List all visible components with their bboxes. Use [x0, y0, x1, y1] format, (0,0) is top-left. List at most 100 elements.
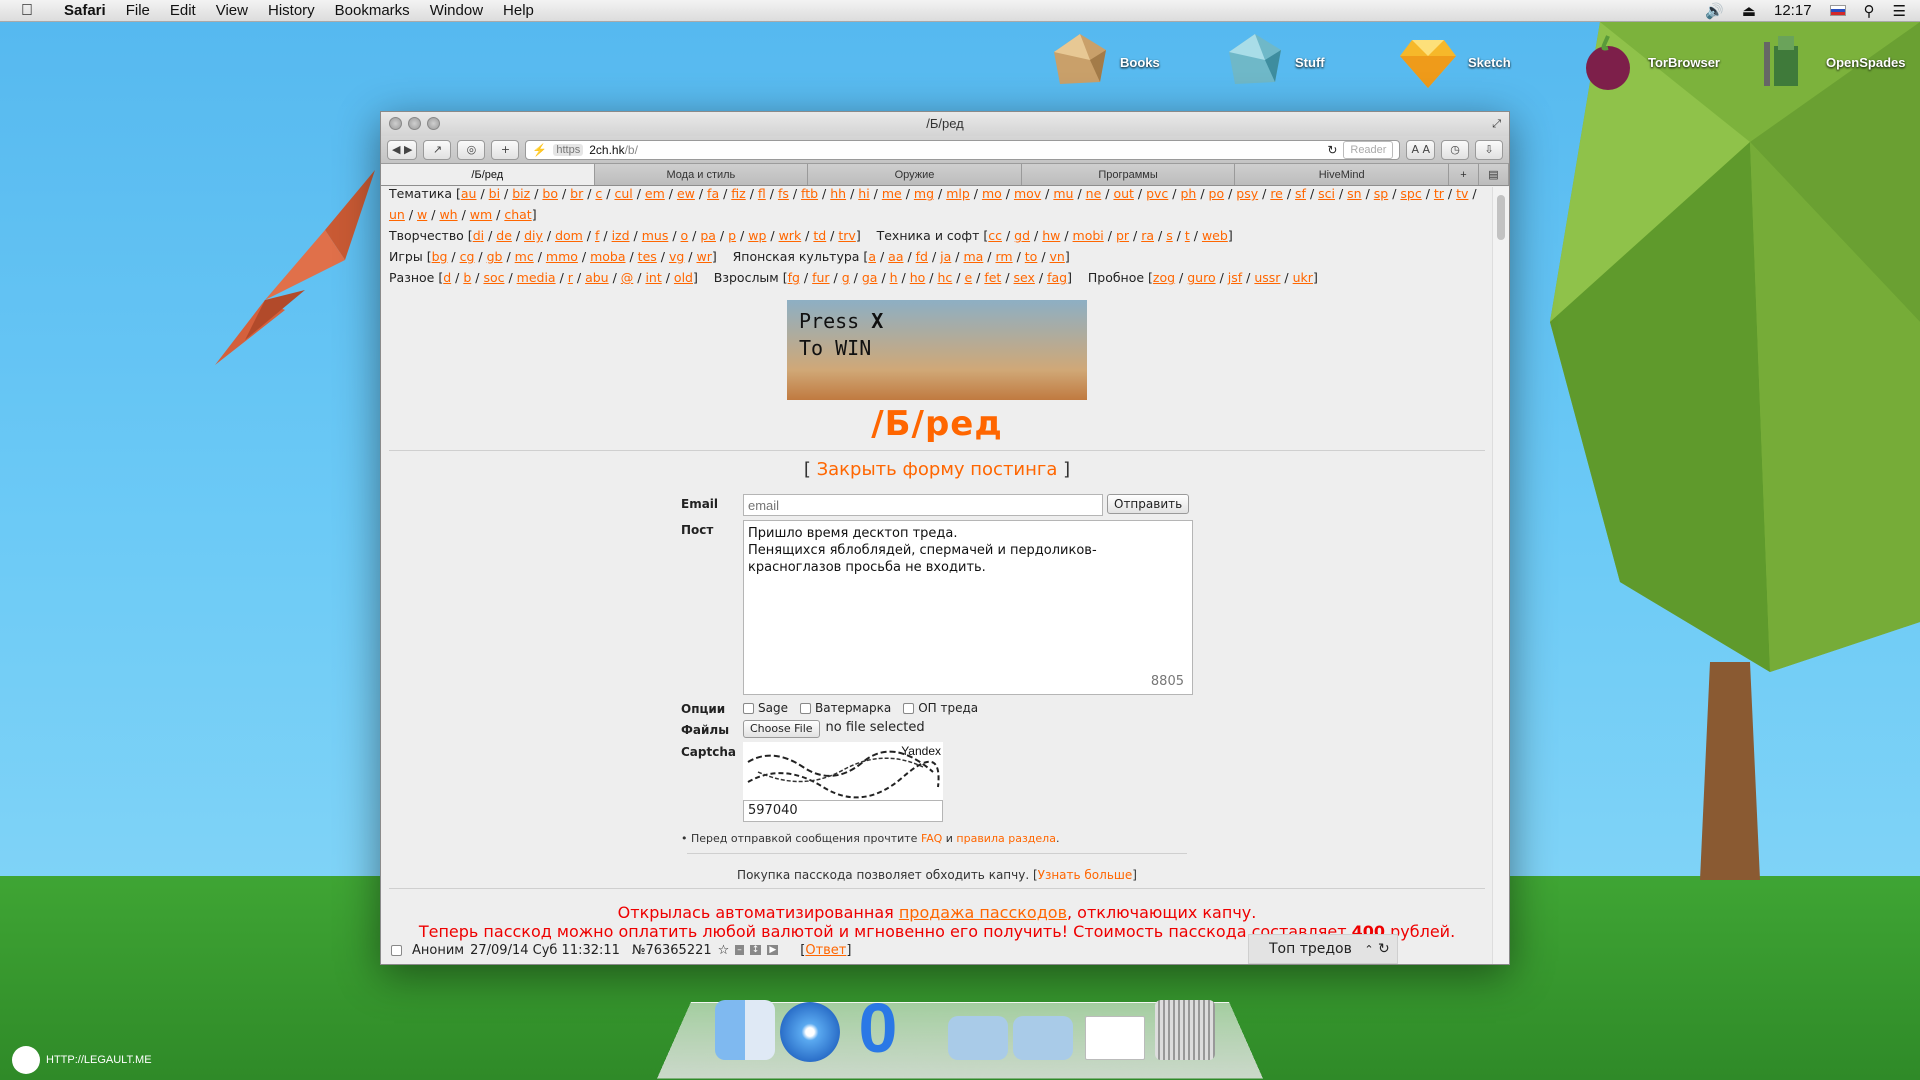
- board-link-abu[interactable]: abu: [585, 270, 609, 285]
- board-link-fiz[interactable]: fiz: [731, 187, 745, 201]
- top-sites-icon[interactable]: ◎: [457, 139, 486, 160]
- board-link-ukr[interactable]: ukr: [1293, 270, 1313, 285]
- notification-center-icon[interactable]: ☰: [1893, 2, 1906, 20]
- watermark-checkbox[interactable]: Ватермарка: [799, 701, 891, 715]
- zoom-window-button[interactable]: [427, 117, 440, 130]
- reload-icon[interactable]: ↻: [1327, 143, 1337, 157]
- desktop-icon-torbrowser[interactable]: TorBrowser: [1578, 32, 1720, 92]
- submit-button[interactable]: Отправить: [1107, 494, 1190, 514]
- flag-icon[interactable]: [1829, 5, 1846, 16]
- downloads-icon[interactable]: ⇩: [1475, 139, 1503, 160]
- board-link-d[interactable]: d: [443, 270, 451, 285]
- board-link-sn[interactable]: sn: [1347, 187, 1361, 201]
- hide-icon[interactable]: –: [735, 945, 744, 955]
- menu-view[interactable]: View: [206, 2, 258, 19]
- menu-window[interactable]: Window: [420, 2, 493, 19]
- board-link-cul[interactable]: cul: [614, 187, 632, 201]
- captcha-input[interactable]: 597040: [743, 800, 943, 822]
- board-link-mu[interactable]: mu: [1053, 187, 1073, 201]
- board-link-old[interactable]: old: [674, 270, 693, 285]
- board-link-aa[interactable]: aa: [888, 249, 903, 264]
- board-link-ne[interactable]: ne: [1086, 187, 1102, 201]
- minimize-window-button[interactable]: [408, 117, 421, 130]
- board-link-ew[interactable]: ew: [677, 187, 695, 201]
- faq-link[interactable]: FAQ: [921, 832, 942, 845]
- trash-icon[interactable]: [1155, 1000, 1215, 1060]
- board-link-tr[interactable]: tr: [1434, 187, 1444, 201]
- new-tab-button[interactable]: +: [1448, 164, 1479, 185]
- window-titlebar[interactable]: /Б/ред ⤢: [381, 112, 1509, 136]
- board-link-int[interactable]: int: [645, 270, 661, 285]
- board-link-to[interactable]: to: [1025, 249, 1038, 264]
- board-link-tv[interactable]: tv: [1456, 187, 1468, 201]
- share-icon[interactable]: ↗: [423, 139, 452, 160]
- board-link-izd[interactable]: izd: [612, 228, 630, 243]
- board-link-br[interactable]: br: [570, 187, 583, 201]
- desktop-icon-openspades[interactable]: OpenSpades: [1756, 32, 1905, 92]
- board-link-wp[interactable]: wp: [748, 228, 766, 243]
- board-link-wr[interactable]: wr: [696, 249, 711, 264]
- board-link-fg[interactable]: fg: [788, 270, 800, 285]
- board-link-trv[interactable]: trv: [838, 228, 855, 243]
- board-link-chat[interactable]: chat: [504, 207, 531, 222]
- board-link-mus[interactable]: mus: [642, 228, 669, 243]
- board-link-moba[interactable]: moba: [590, 249, 625, 264]
- board-link-p[interactable]: p: [728, 228, 736, 243]
- vertical-scrollbar[interactable]: [1492, 187, 1509, 964]
- board-link-ra[interactable]: ra: [1141, 228, 1154, 243]
- history-icon[interactable]: ◷: [1441, 139, 1469, 160]
- tab-programs[interactable]: Программы: [1021, 164, 1236, 185]
- board-link-di[interactable]: di: [473, 228, 484, 243]
- preview-icon[interactable]: [1085, 1016, 1145, 1060]
- board-link-mmo[interactable]: mmo: [546, 249, 578, 264]
- board-link-ma[interactable]: ma: [963, 249, 983, 264]
- scrollbar-thumb[interactable]: [1497, 195, 1505, 240]
- board-link-me[interactable]: me: [882, 187, 902, 201]
- board-banner[interactable]: Press X To WIN: [787, 300, 1087, 400]
- safari-icon[interactable]: [780, 1002, 840, 1062]
- tab-fashion[interactable]: Мода и стиль: [594, 164, 809, 185]
- downloads-folder-icon[interactable]: [1013, 1016, 1073, 1060]
- board-link-web[interactable]: web: [1202, 228, 1228, 243]
- board-link-mov[interactable]: mov: [1014, 187, 1041, 201]
- board-link-biz[interactable]: biz: [512, 187, 530, 201]
- post-number[interactable]: №76365221: [632, 943, 712, 958]
- desktop-icon-sketch[interactable]: Sketch: [1398, 32, 1511, 92]
- board-link-psy[interactable]: psy: [1236, 187, 1258, 201]
- board-link-g[interactable]: g: [842, 270, 850, 285]
- board-link-hi[interactable]: hi: [858, 187, 869, 201]
- address-bar[interactable]: ⚡ https 2ch.hk/b/ ↻ Reader: [525, 139, 1401, 160]
- fullscreen-icon[interactable]: ⤢: [1492, 112, 1501, 136]
- add-bookmark-icon[interactable]: +: [491, 139, 520, 160]
- board-link-out[interactable]: out: [1113, 187, 1133, 201]
- passcode-sale-link[interactable]: продажа пасскодов: [899, 903, 1067, 922]
- board-link-@[interactable]: @: [621, 270, 634, 285]
- board-link-ph[interactable]: ph: [1180, 187, 1196, 201]
- menu-file[interactable]: File: [116, 2, 160, 19]
- board-link-ja[interactable]: ja: [940, 249, 951, 264]
- board-link-td[interactable]: td: [813, 228, 826, 243]
- board-link-mobi[interactable]: mobi: [1073, 228, 1104, 243]
- board-link-cg[interactable]: cg: [460, 249, 475, 264]
- board-link-hh[interactable]: hh: [830, 187, 846, 201]
- board-link-fet[interactable]: fet: [984, 270, 1001, 285]
- tab-b-red[interactable]: /Б/ред: [381, 164, 595, 185]
- board-link-bo[interactable]: bo: [542, 187, 558, 201]
- board-link-re[interactable]: re: [1270, 187, 1283, 201]
- board-link-mc[interactable]: mc: [515, 249, 534, 264]
- play-icon[interactable]: ▶: [767, 945, 779, 955]
- menu-help[interactable]: Help: [493, 2, 544, 19]
- board-link-bi[interactable]: bi: [489, 187, 500, 201]
- board-link-soc[interactable]: soc: [483, 270, 504, 285]
- board-link-rm[interactable]: rm: [996, 249, 1013, 264]
- menu-bookmarks[interactable]: Bookmarks: [325, 2, 420, 19]
- board-link-dom[interactable]: dom: [555, 228, 583, 243]
- board-link-po[interactable]: po: [1209, 187, 1225, 201]
- tab-overview-button[interactable]: ▤: [1478, 164, 1509, 185]
- board-link-sp[interactable]: sp: [1374, 187, 1388, 201]
- board-link-wrk[interactable]: wrk: [779, 228, 802, 243]
- board-link-diy[interactable]: diy: [524, 228, 543, 243]
- menu-app-name[interactable]: Safari: [54, 2, 116, 19]
- board-link-gd[interactable]: gd: [1014, 228, 1030, 243]
- board-link-un[interactable]: un: [389, 207, 405, 222]
